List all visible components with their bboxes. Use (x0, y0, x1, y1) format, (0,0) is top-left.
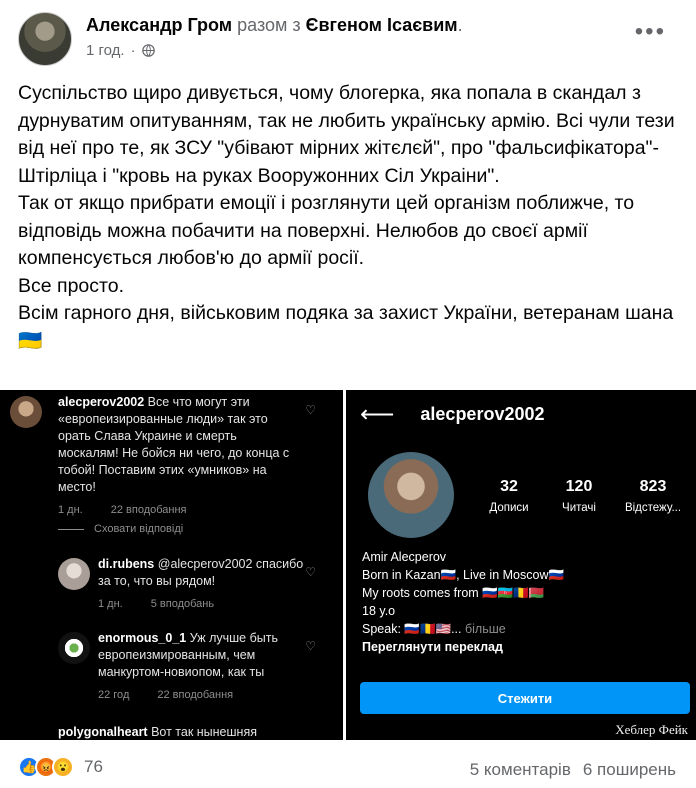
with-text: разом з (237, 15, 301, 35)
reactions-count[interactable]: 76 (84, 757, 103, 777)
comment-meta: 22 год 22 вподобання (98, 687, 308, 704)
comments-screenshot[interactable]: alecperov2002 Все что могут эти «европеи… (0, 390, 343, 740)
bio-line: Speak: 🇷🇺🇷🇴🇺🇸... більше (362, 620, 682, 638)
tagged-user[interactable]: Євгеном Ісаєвим (306, 15, 458, 35)
divider (58, 528, 84, 530)
post-meta: 1 год. · (86, 42, 155, 59)
comment: polygonalheart Вот так нынешняя (10, 724, 330, 740)
globe-icon[interactable] (141, 44, 155, 57)
watermark: Хеблер Фейк (615, 722, 688, 737)
comment-time: 1 дн. (58, 504, 83, 516)
stat-label: Дописи (489, 502, 529, 514)
stat-posts: 32 Дописи (474, 478, 544, 514)
stat-followers: 120 Читачі (544, 478, 614, 514)
hide-replies-label: Сховати відповіді (94, 523, 184, 535)
heart-icon: ♡ (305, 403, 316, 417)
comment-text: Все что могут эти «европеизированные люд… (58, 395, 290, 494)
comment-body: di.rubens @alecperov2002 спасибо за то, … (98, 556, 308, 613)
wow-reaction-icon: 😮 (52, 756, 74, 778)
engagement-counts: 5 коментарів 6 поширень (470, 760, 676, 780)
commenter-avatar (58, 558, 90, 590)
stat-number: 32 (500, 478, 518, 495)
post-paragraph: Все просто. (18, 274, 124, 297)
comment-username: enormous_0_1 (98, 631, 187, 645)
commenter-avatar (10, 396, 42, 428)
hide-replies: Сховати відповіді (58, 523, 183, 535)
heart-icon: ♡ (305, 639, 316, 653)
comment-likes: 5 вподобань (150, 598, 215, 610)
comment: alecperov2002 Все что могут эти «европеи… (10, 394, 330, 516)
more-options-icon[interactable]: ••• (635, 20, 666, 44)
ig-profile-avatar (368, 452, 454, 538)
stat-label: Читачі (562, 502, 596, 514)
comment-time: 1 дн. (98, 598, 123, 610)
author-avatar[interactable] (18, 12, 72, 66)
post-footer: 👍 😡 😮 76 5 коментарів 6 поширень (0, 750, 696, 788)
ig-header: ⟵ alecperov2002 (360, 400, 545, 429)
stat-number: 120 (565, 478, 593, 495)
post-header: Александр Гром разом з Євгеном Ісаєвим. … (0, 0, 696, 70)
bio-name: Amir Alecperov (362, 550, 447, 564)
comments-count[interactable]: 5 коментарів (470, 760, 571, 780)
post-paragraph: Всім гарного дня, військовим подяка за з… (18, 302, 674, 352)
post-text: Суспільство щиро дивується, чому блогерк… (18, 80, 688, 355)
bio-line: 18 y.o (362, 604, 396, 618)
bio-speak: Speak: 🇷🇺🇷🇴🇺🇸... (362, 622, 462, 636)
comment-username: alecperov2002 (58, 395, 145, 409)
stat-label: Відстежу... (624, 502, 682, 514)
heart-icon: ♡ (305, 565, 316, 579)
comment-meta: 1 дн. 22 вподобання (58, 502, 298, 519)
comment-username: di.rubens (98, 557, 155, 571)
comment-text: Вот так нынешняя (151, 725, 257, 739)
comment: di.rubens @alecperov2002 спасибо за то, … (10, 556, 330, 616)
comment-username: polygonalheart (58, 725, 148, 739)
translate-link: Переглянути переклад (362, 640, 503, 654)
reactions[interactable]: 👍 😡 😮 76 (18, 756, 103, 778)
bio-line: My roots comes from 🇷🇺🇦🇿🇷🇴🇧🇾 (362, 586, 545, 600)
post-time[interactable]: 1 год. (86, 42, 125, 59)
comment-body: alecperov2002 Все что могут эти «европеи… (58, 394, 298, 519)
bio-line: Born in Kazan🇷🇺, Live in Moscow🇷🇺 (362, 568, 565, 582)
ig-bio: Amir Alecperov Born in Kazan🇷🇺, Live in … (362, 548, 682, 656)
author-name[interactable]: Александр Гром (86, 15, 232, 35)
profile-screenshot[interactable]: ⟵ alecperov2002 32 Дописи 120 Читачі 823… (346, 390, 696, 740)
post-paragraph: Суспільство щиро дивується, чому блогерк… (18, 82, 675, 187)
comment-body: polygonalheart Вот так нынешняя (58, 724, 298, 740)
comment-likes: 22 вподобання (110, 504, 187, 516)
author-line: Александр Гром разом з Євгеном Ісаєвим. (86, 15, 463, 35)
comment-time: 22 год (98, 689, 130, 701)
shares-count[interactable]: 6 поширень (583, 760, 676, 780)
stat-following: 823 Відстежу... (618, 478, 688, 514)
comment-meta: 1 дн. 5 вподобань (98, 596, 308, 613)
post-images: alecperov2002 Все что могут эти «европеи… (0, 390, 696, 740)
post-paragraph: Так от якщо прибрати емоції і розглянути… (18, 192, 635, 269)
comment-body: enormous_0_1 Уж лучше быть европеизмиров… (98, 630, 308, 704)
comment: enormous_0_1 Уж лучше быть европеизмиров… (10, 630, 330, 710)
commenter-avatar (58, 632, 90, 664)
ig-username: alecperov2002 (420, 404, 545, 424)
stat-number: 823 (639, 478, 667, 495)
bio-more-link: більше (464, 622, 506, 636)
back-arrow-icon: ⟵ (360, 401, 395, 428)
comment-likes: 22 вподобання (157, 689, 234, 701)
follow-button: Стежити (360, 682, 690, 714)
